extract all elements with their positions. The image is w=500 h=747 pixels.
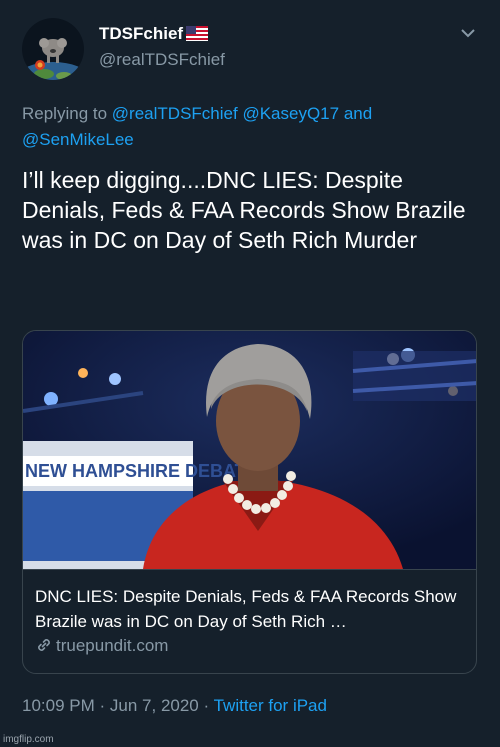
chevron-down-icon[interactable] bbox=[459, 26, 477, 38]
tweet-meta: 10:09 PM · Jun 7, 2020 · Twitter for iPa… bbox=[22, 696, 327, 716]
meta-separator: · bbox=[203, 696, 210, 715]
meta-separator: · bbox=[99, 696, 106, 715]
card-title[interactable]: DNC LIES: Despite Denials, Feds & FAA Re… bbox=[35, 584, 465, 634]
tweet-text: I’ll keep digging....DNC LIES: Despite D… bbox=[22, 167, 466, 253]
sign-text-top: NEW HAMPSHIRE DEBATE bbox=[25, 461, 258, 481]
tweet-time[interactable]: 10:09 PM bbox=[22, 696, 95, 715]
reply-conjunction: and bbox=[343, 104, 373, 123]
display-name[interactable]: TDSFchief bbox=[99, 24, 209, 46]
tweet-source[interactable]: Twitter for iPad bbox=[214, 696, 327, 715]
link-icon bbox=[35, 636, 53, 659]
card-domain-text: truepundit.com bbox=[56, 636, 169, 655]
tweet: TDSFchief @realTDSFchief Replying to @re… bbox=[0, 0, 500, 747]
tweet-date[interactable]: Jun 7, 2020 bbox=[110, 696, 199, 715]
replying-to: Replying to @realTDSFchief @KaseyQ17 and… bbox=[22, 101, 442, 153]
koala-globe-avatar-icon bbox=[22, 18, 84, 80]
card-image[interactable]: NEW HAMPSHIRE DEBATE bbox=[23, 331, 476, 570]
us-flag-icon bbox=[186, 26, 209, 46]
imgflip-watermark: imgflip.com bbox=[3, 734, 54, 745]
card-domain[interactable]: truepundit.com bbox=[35, 636, 168, 659]
reply-prefix: Replying to bbox=[22, 104, 108, 123]
mention-link[interactable]: @SenMikeLee bbox=[22, 130, 134, 149]
link-card[interactable]: NEW HAMPSHIRE DEBATE DNC LIES: Despite D… bbox=[22, 330, 477, 674]
display-name-text: TDSFchief bbox=[99, 24, 184, 43]
mention-link[interactable]: @KaseyQ17 bbox=[242, 104, 339, 123]
user-handle[interactable]: @realTDSFchief bbox=[99, 50, 225, 70]
avatar[interactable] bbox=[22, 18, 84, 80]
mention-link[interactable]: @realTDSFchief bbox=[112, 104, 238, 123]
